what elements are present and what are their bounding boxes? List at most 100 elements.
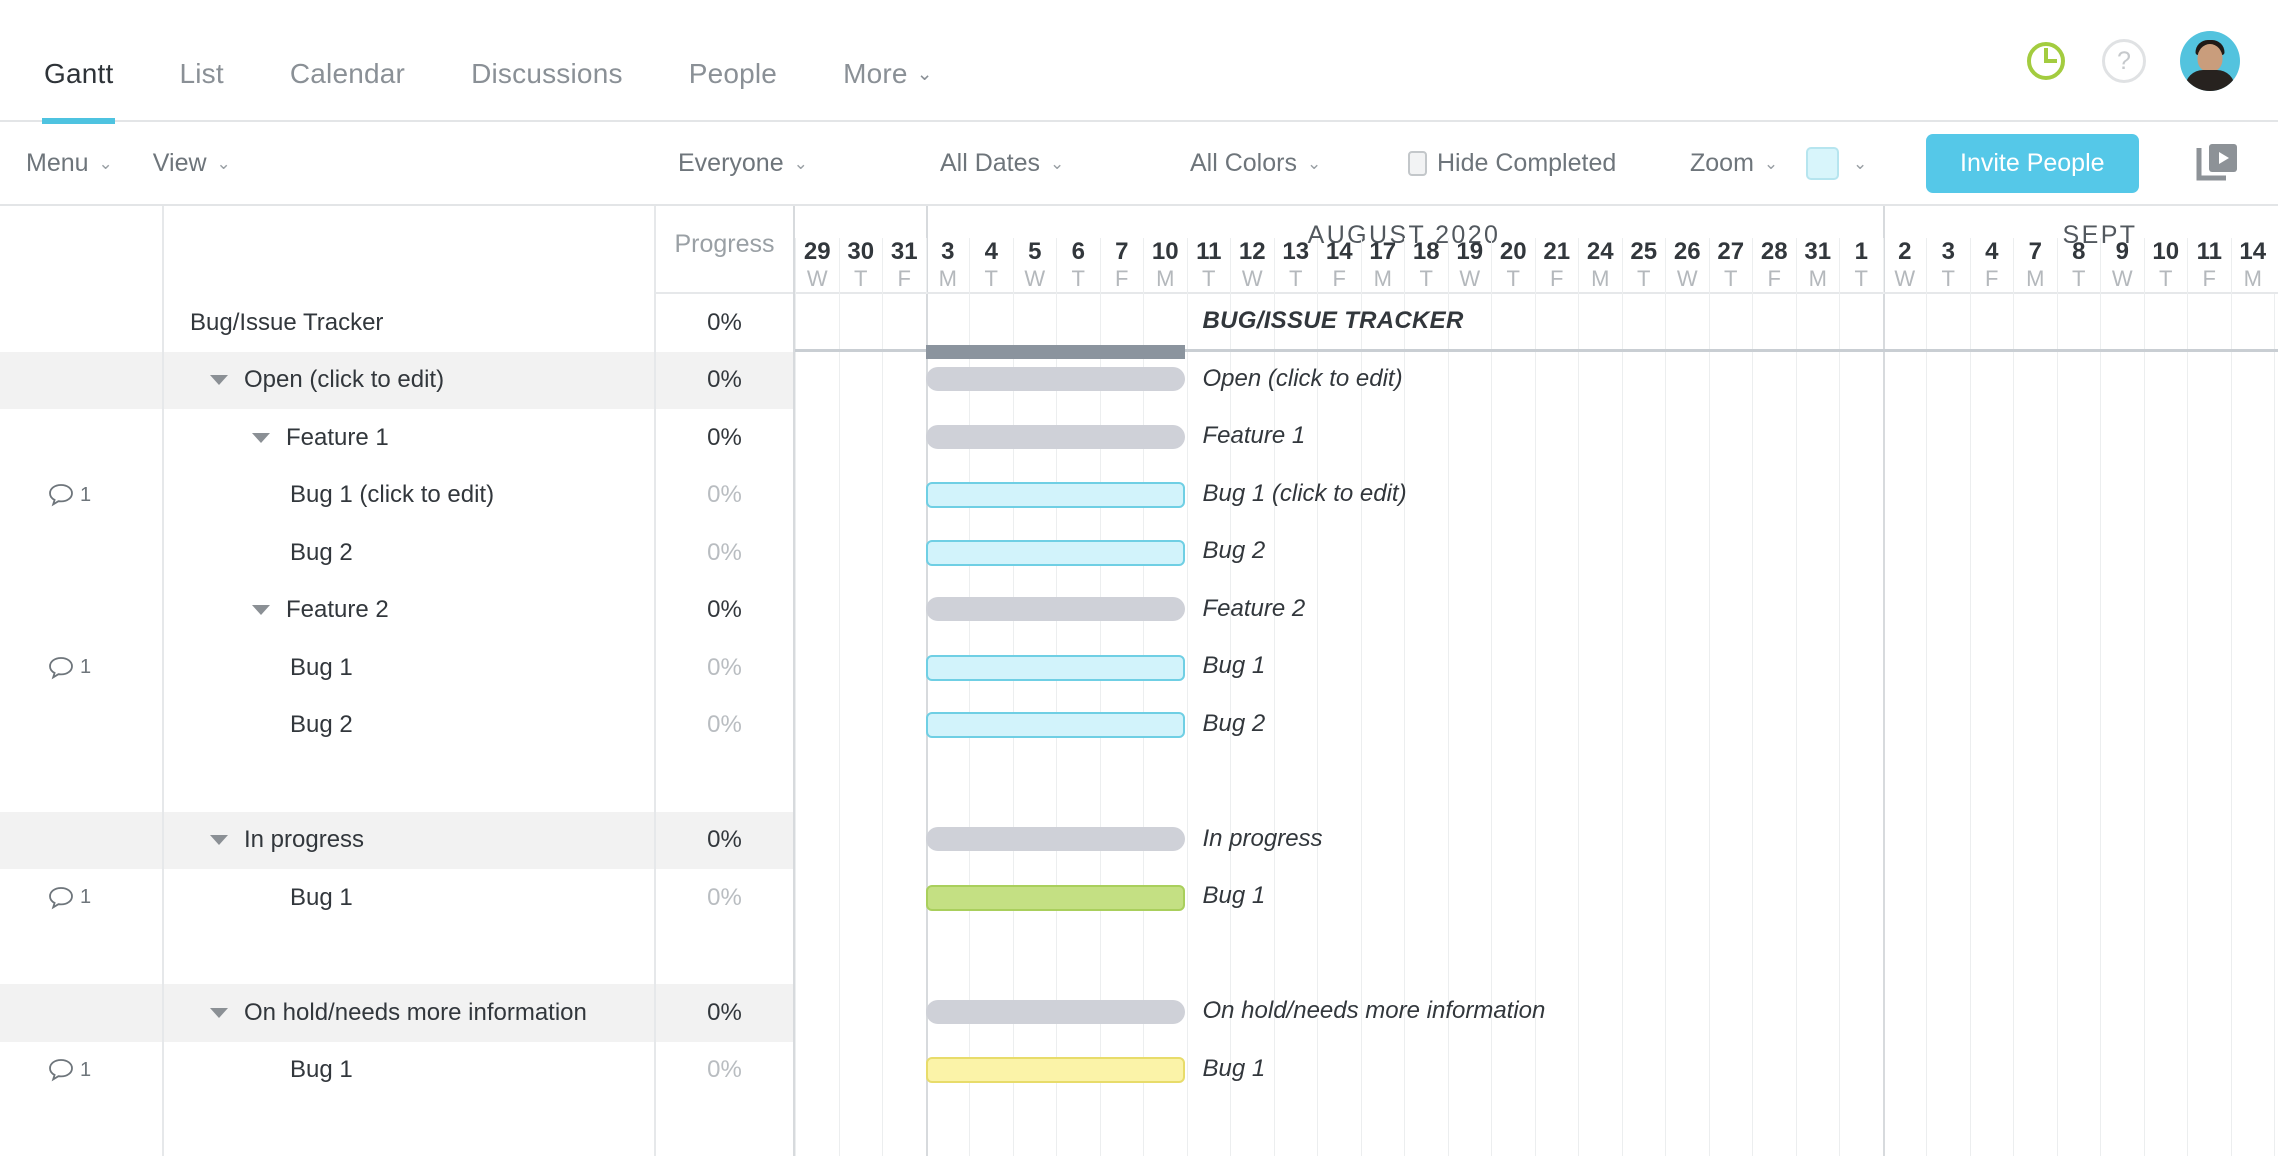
task-name-text: On hold/needs more information	[244, 998, 587, 1026]
progress-cell[interactable]: 0%	[656, 1042, 793, 1100]
day-letter: T	[1724, 266, 1738, 291]
everyone-dropdown[interactable]: Everyone ⌄	[678, 149, 808, 178]
day-number: 29	[803, 238, 831, 265]
task-row[interactable]: Bug 1 (click to edit)	[164, 467, 654, 525]
invite-people-button[interactable]: Invite People	[1926, 133, 2139, 193]
day-header-cell: 2W	[1882, 238, 1927, 294]
chevron-down-icon: ⌄	[793, 154, 808, 173]
gantt-bar-label: Bug 2	[1202, 537, 1266, 564]
zoom-dropdown[interactable]: Zoom ⌄	[1690, 149, 1778, 178]
day-letter: W	[2111, 266, 2133, 291]
progress-cell[interactable]: 0%	[656, 294, 793, 352]
view-dropdown[interactable]: View ⌄	[153, 149, 231, 178]
tab-list[interactable]: List	[179, 58, 223, 122]
gantt-bar[interactable]	[925, 884, 1185, 911]
task-row[interactable]: Bug 1	[164, 639, 654, 697]
tab-calendar[interactable]: Calendar	[290, 58, 405, 122]
task-row[interactable]: Feature 1	[164, 409, 654, 467]
gantt-bar[interactable]	[925, 1057, 1185, 1084]
task-row[interactable]: Bug 2	[164, 697, 654, 755]
progress-cell[interactable]: 0%	[656, 811, 793, 869]
progress-cell[interactable]: 0%	[656, 524, 793, 582]
timeline-gridline	[1752, 294, 1753, 1156]
day-letter: T	[1071, 266, 1085, 291]
gantt-bar-label: Bug 1	[1202, 882, 1266, 909]
gantt-bar[interactable]	[925, 597, 1185, 622]
tab-people[interactable]: People	[689, 58, 777, 122]
all-dates-dropdown[interactable]: All Dates ⌄	[940, 149, 1064, 178]
menu-dropdown[interactable]: Menu ⌄	[26, 149, 113, 178]
tab-label: Discussions	[471, 58, 623, 89]
comment-cell	[0, 524, 162, 582]
gantt-bar[interactable]	[925, 827, 1185, 852]
hide-completed-checkbox[interactable]	[1408, 150, 1427, 176]
presentation-icon[interactable]	[2196, 142, 2240, 184]
color-swatch-dropdown[interactable]: ⌄	[1806, 146, 1867, 180]
comment-count[interactable]: 1	[0, 656, 91, 680]
tab-discussions[interactable]: Discussions	[471, 58, 623, 122]
gantt-bar[interactable]	[925, 424, 1185, 449]
task-row[interactable]: Feature 2	[164, 582, 654, 640]
day-header-cell: 3M	[925, 238, 970, 294]
gantt-bar[interactable]	[925, 367, 1185, 392]
task-name: Open (click to edit)	[164, 366, 444, 394]
comment-count[interactable]: 1	[0, 483, 91, 507]
color-swatch[interactable]	[1806, 146, 1839, 180]
progress-cell[interactable]: 0%	[656, 351, 793, 409]
help-icon[interactable]: ?	[2102, 39, 2146, 83]
progress-value: 0%	[707, 538, 742, 566]
top-navigation-bar: Gantt List Calendar Discussions People More ⌄ …	[0, 0, 2278, 124]
progress-cell[interactable]: 0%	[656, 984, 793, 1042]
task-name-text: Bug 1	[290, 653, 353, 681]
task-row[interactable]: Open (click to edit)	[164, 351, 654, 409]
tab-label: Calendar	[289, 58, 406, 89]
progress-cell[interactable]: 0%	[656, 409, 793, 467]
day-header-cell: 12 W	[1230, 238, 1274, 294]
collapse-triangle-icon[interactable]	[252, 605, 270, 616]
clock-icon[interactable]	[2024, 39, 2068, 83]
gantt-bar-label: Bug 1	[1202, 1054, 1266, 1082]
progress-cell[interactable]: 0%	[656, 869, 793, 927]
day-letter: T	[1941, 266, 1955, 291]
collapse-triangle-icon[interactable]	[210, 375, 228, 386]
day-header-cell: 21 F	[1534, 238, 1579, 294]
collapse-triangle-icon[interactable]	[210, 1007, 228, 1018]
tab-more[interactable]: More ⌄	[843, 58, 933, 122]
progress-cell[interactable]: 0%	[656, 467, 793, 525]
chevron-down-icon: ⌄	[1763, 154, 1779, 173]
day-header-cell: 10 T	[2143, 238, 2188, 294]
timeline-gridline	[1708, 294, 1710, 1156]
collapse-triangle-icon[interactable]	[210, 835, 228, 846]
day-number: 7	[1115, 238, 1129, 265]
gantt-bar[interactable]	[925, 712, 1185, 739]
task-row[interactable]: In progress	[164, 811, 654, 869]
comment-count[interactable]: 1	[0, 886, 91, 910]
collapse-triangle-icon[interactable]	[252, 432, 270, 443]
user-avatar[interactable]	[2180, 31, 2240, 91]
task-row[interactable]: Bug 2	[164, 524, 654, 582]
gantt-bar[interactable]	[925, 539, 1185, 566]
day-number: 12	[1238, 238, 1266, 265]
progress-cell	[656, 927, 793, 985]
gantt-bar[interactable]	[925, 345, 1185, 359]
task-row[interactable]: On hold/needs more information	[164, 984, 654, 1042]
progress-cell[interactable]: 0%	[656, 582, 793, 640]
progress-cell[interactable]: 0%	[656, 639, 793, 697]
comment-count[interactable]: 1	[0, 1058, 91, 1082]
day-header-cell: 29 W	[795, 238, 839, 294]
comment-count-label: 1	[80, 656, 92, 679]
hide-completed-toggle[interactable]: Hide Completed	[1408, 149, 1616, 178]
all-colors-dropdown[interactable]: All Colors ⌄	[1190, 149, 1321, 178]
day-letter: F	[2202, 266, 2216, 291]
comment-count-label: 1	[80, 886, 92, 909]
gantt-bar[interactable]	[925, 482, 1185, 509]
gantt-bar[interactable]	[925, 999, 1185, 1024]
tab-gantt[interactable]: Gantt	[41, 58, 116, 124]
timeline-gridline	[2143, 294, 2145, 1156]
task-row[interactable]: Bug 1	[164, 869, 654, 927]
task-row[interactable]: Bug/Issue Tracker	[164, 294, 654, 352]
progress-cell[interactable]: 0%	[656, 697, 793, 755]
gantt-bar[interactable]	[925, 654, 1185, 681]
task-row[interactable]: Bug 1	[164, 1042, 654, 1100]
comment-bubble-icon	[49, 656, 73, 680]
